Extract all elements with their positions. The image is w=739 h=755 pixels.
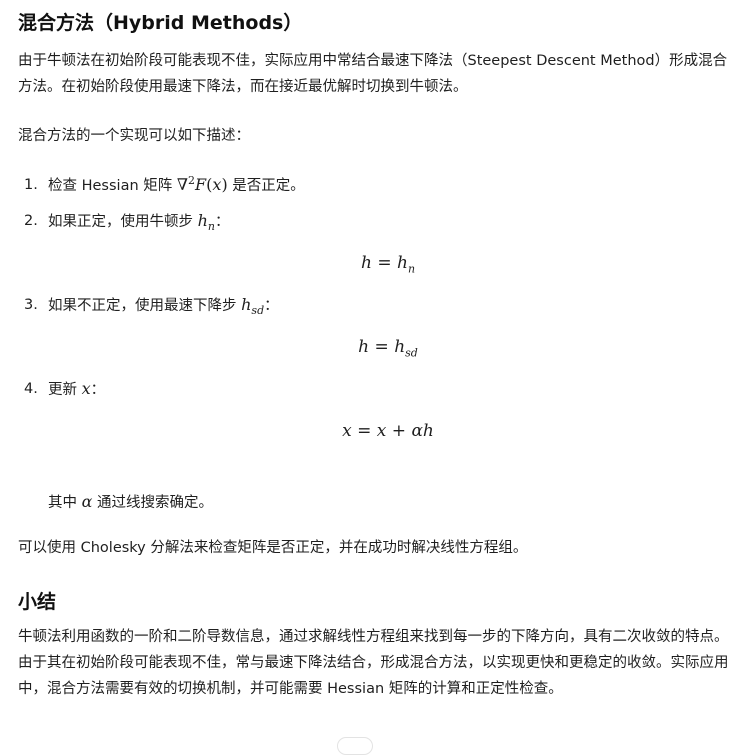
display-equation: h = hn — [18, 250, 739, 276]
math-variable: h — [197, 211, 208, 230]
step-text: 如果不正定，使用最速下降步 — [48, 298, 242, 314]
line-search-note: 其中 α 通过线搜索确定。 — [48, 489, 213, 516]
step-text: 如果正定，使用牛顿步 — [48, 214, 198, 230]
eq-rhs: αh — [411, 421, 434, 441]
step-text: 检查 Hessian 矩阵 — [48, 178, 177, 194]
subscript: sd — [405, 346, 418, 360]
scroll-down-button[interactable] — [337, 737, 373, 755]
list-number: 3. — [24, 297, 38, 313]
summary-paragraph: 牛顿法利用函数的一阶和二阶导数信息，通过求解线性方程组来找到每一步的下降方向，具… — [18, 629, 729, 697]
math-variable: x — [81, 379, 91, 398]
list-item: 2. 如果正定，使用牛顿步 hn： — [24, 208, 230, 235]
intro-paragraph: 由于牛顿法在初始阶段可能表现不佳，实际应用中常结合最速下降法（Steepest … — [18, 53, 728, 95]
eq-rhs: h — [396, 253, 408, 273]
note-text: 通过线搜索确定。 — [92, 495, 214, 511]
section-heading-hybrid-methods: 混合方法（Hybrid Methods） — [18, 12, 303, 34]
superscript: 2 — [188, 174, 196, 188]
subscript: n — [207, 219, 216, 233]
list-number: 2. — [24, 213, 38, 229]
nabla-symbol: ∇ — [176, 175, 189, 194]
list-item-text: 如果不正定，使用最速下降步 hsd： — [48, 292, 279, 319]
step-text: 是否正定。 — [227, 178, 305, 194]
eq-operator: + — [391, 421, 407, 441]
math-variable: α — [81, 492, 93, 511]
eq-rhs: h — [394, 337, 406, 357]
eq-rhs: x — [376, 421, 387, 441]
eq-operator: = — [374, 337, 389, 357]
list-item-text: 检查 Hessian 矩阵 ∇2F(x) 是否正定。 — [48, 172, 305, 199]
list-number: 1. — [24, 177, 38, 193]
function-name: F — [195, 175, 207, 194]
eq-operator: = — [357, 421, 372, 441]
eq-lhs: h — [360, 253, 372, 273]
list-item-text: 如果正定，使用牛顿步 hn： — [48, 208, 230, 235]
list-number: 4. — [24, 381, 38, 397]
display-equation: h = hsd — [18, 334, 739, 360]
step-text: ： — [215, 214, 230, 230]
eq-lhs: h — [358, 337, 370, 357]
eq-lhs: x — [342, 421, 352, 441]
step-text: ： — [90, 382, 106, 398]
list-item: 1. 检查 Hessian 矩阵 ∇2F(x) 是否正定。 — [24, 172, 305, 199]
list-item: 4. 更新 x： — [24, 376, 105, 403]
step-text: ： — [264, 298, 279, 314]
list-item: 3. 如果不正定，使用最速下降步 hsd： — [24, 292, 279, 319]
description-paragraph: 混合方法的一个实现可以如下描述： — [18, 128, 250, 144]
note-text: 其中 — [48, 495, 82, 511]
list-item-text: 更新 x： — [48, 376, 105, 403]
subscript: n — [407, 262, 416, 276]
math-variable: h — [241, 295, 252, 314]
cholesky-paragraph: 可以使用 Cholesky 分解法来检查矩阵是否正定，并在成功时解决线性方程组。 — [18, 540, 528, 556]
step-text: 更新 — [48, 382, 82, 398]
eq-operator: = — [377, 253, 392, 273]
section-heading-summary: 小结 — [18, 591, 57, 613]
display-equation: x = x + αh — [18, 418, 739, 444]
subscript: sd — [251, 303, 265, 317]
